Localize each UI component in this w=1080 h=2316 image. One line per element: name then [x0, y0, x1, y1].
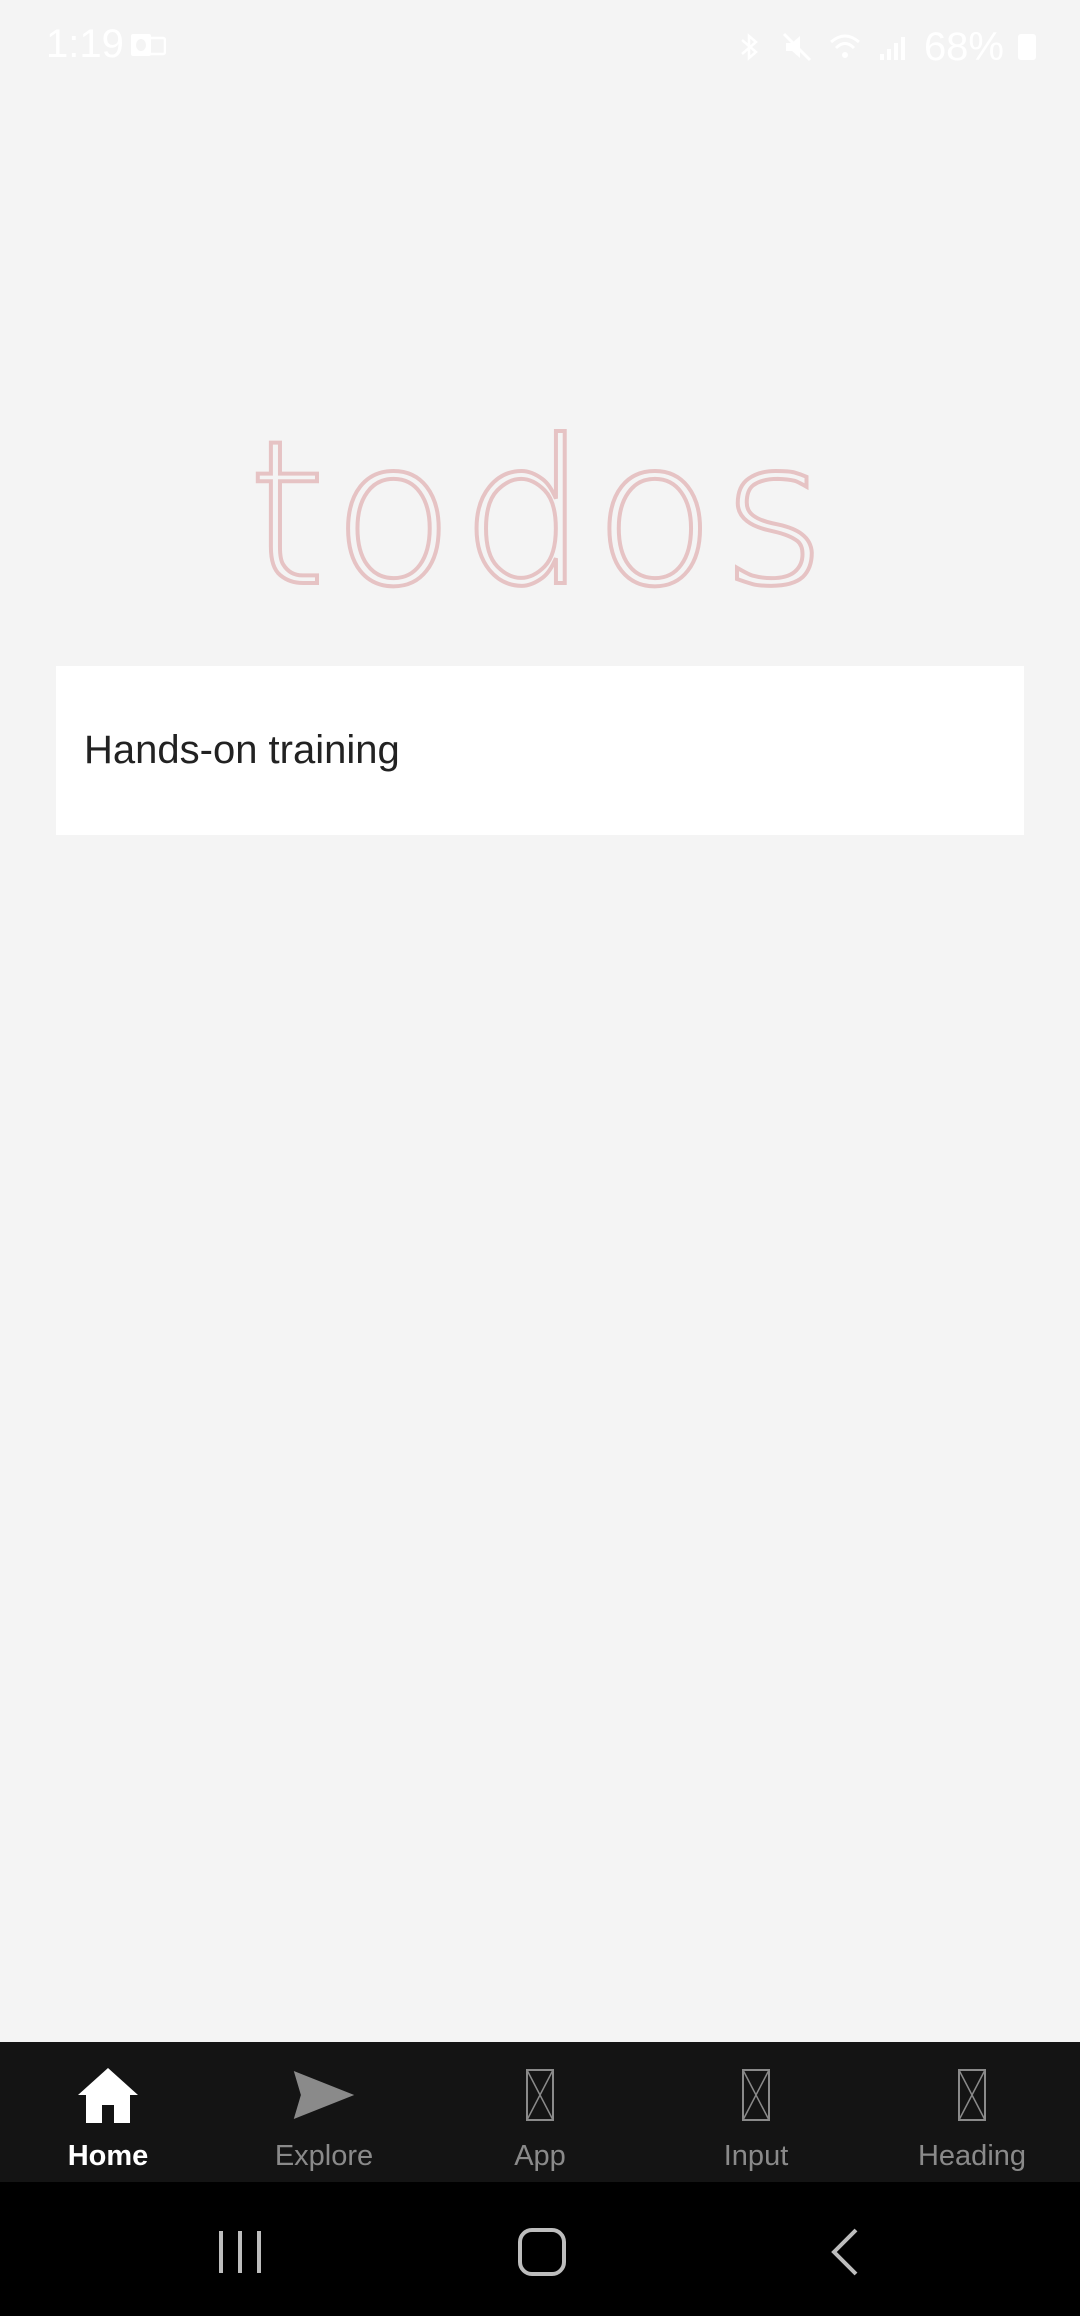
outlook-icon: [131, 34, 166, 56]
missing-glyph-icon: [724, 2064, 788, 2126]
status-bar: 1:19 68%: [0, 0, 1080, 92]
app-title: todos: [0, 413, 1080, 617]
signal-icon: [879, 37, 905, 60]
tab-input[interactable]: Input: [648, 2042, 864, 2182]
send-icon: [292, 2064, 356, 2126]
home-icon: [76, 2064, 140, 2126]
tab-explore[interactable]: Explore: [216, 2042, 432, 2182]
tab-heading[interactable]: Heading: [864, 2042, 1080, 2182]
new-todo-input[interactable]: [56, 666, 1024, 835]
status-icons: 68%: [732, 22, 1036, 72]
tab-app-label: App: [514, 2140, 566, 2172]
tab-home[interactable]: Home: [0, 2042, 216, 2182]
wifi-icon: [829, 34, 860, 58]
app-screen: 1:19 68% todos Hands-on training Home Ex…: [0, 0, 1080, 2316]
missing-glyph-icon: [508, 2064, 572, 2126]
home-button-icon[interactable]: [502, 2212, 582, 2292]
bluetooth-icon: [741, 33, 758, 61]
battery-percentage: 68%: [923, 24, 1004, 69]
missing-glyph-icon: [940, 2064, 1004, 2126]
tab-app[interactable]: App: [432, 2042, 648, 2182]
back-icon[interactable]: [806, 2212, 886, 2292]
tab-home-label: Home: [67, 2140, 149, 2172]
tab-heading-label: Heading: [917, 2140, 1027, 2172]
tab-input-label: Input: [723, 2140, 789, 2172]
status-time: 1:19: [46, 22, 124, 66]
mute-icon: [782, 32, 811, 62]
bottom-tab-bar: Home Explore App Input Heading: [0, 2042, 1080, 2182]
tab-explore-label: Explore: [274, 2140, 374, 2172]
system-navigation-bar: [0, 2182, 1080, 2316]
battery-icon: [1018, 34, 1036, 60]
app-title-text: todos: [246, 398, 833, 631]
recents-icon[interactable]: [200, 2212, 280, 2292]
